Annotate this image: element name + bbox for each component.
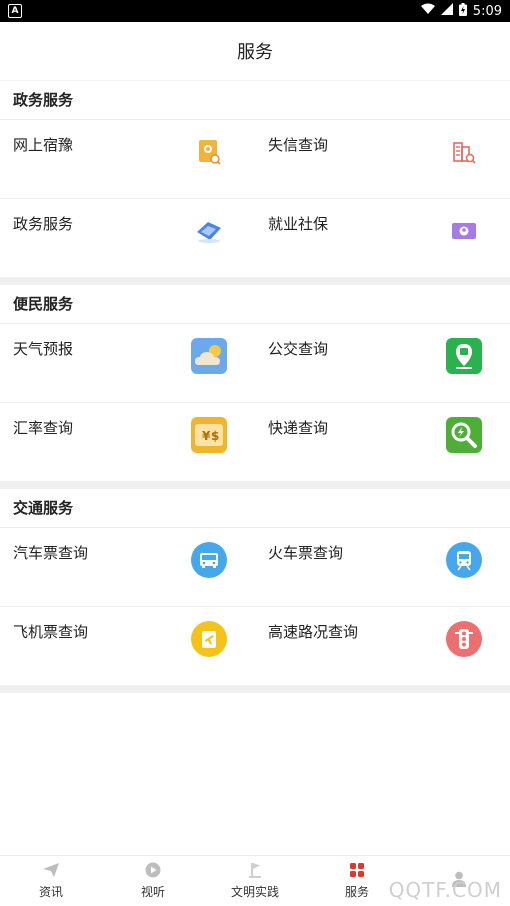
service-item-weather[interactable]: 天气预报	[0, 324, 255, 402]
tab-civilization-practice[interactable]: 文明实践	[204, 856, 306, 906]
clock: 5:09	[472, 3, 502, 19]
service-label: 政务服务	[13, 215, 74, 233]
service-item-bus-ticket[interactable]: 汽车票查询	[0, 528, 255, 606]
section-title: 便民服务	[0, 285, 510, 324]
service-label: 网上宿豫	[13, 136, 74, 154]
service-item-exchange-rate[interactable]: 汇率查询 ¥ $	[0, 403, 255, 481]
service-item-wangshang-suyu[interactable]: 网上宿豫	[0, 120, 255, 198]
service-label: 高速路况查询	[268, 623, 359, 641]
svg-text:¥: ¥	[202, 429, 211, 443]
service-label: 失信查询	[268, 136, 329, 154]
section-title: 政务服务	[0, 81, 510, 120]
service-item-bus-query[interactable]: 公交查询	[255, 324, 510, 402]
service-label: 天气预报	[13, 340, 74, 358]
service-card-icon	[191, 213, 227, 249]
tab-label: 文明实践	[230, 885, 279, 899]
service-item-highway-traffic[interactable]: 高速路况查询	[255, 607, 510, 685]
service-label: 飞机票查询	[13, 623, 89, 641]
tab-label: 视听	[140, 885, 165, 899]
document-gear-icon	[191, 134, 227, 170]
section-divider	[0, 685, 510, 693]
service-item-employment-insurance[interactable]: 就业社保	[255, 199, 510, 277]
tab-label: 服务	[344, 885, 369, 899]
service-item-gov-service[interactable]: 政务服务	[0, 199, 255, 277]
wifi-icon	[420, 3, 435, 19]
traffic-light-icon	[446, 621, 482, 657]
service-label: 汽车票查询	[13, 544, 89, 562]
plane-ticket-icon	[191, 621, 227, 657]
grid-icon	[349, 862, 365, 878]
bus-stop-icon	[446, 338, 482, 374]
bus-icon	[191, 542, 227, 578]
section-divider	[0, 277, 510, 285]
section-title: 交通服务	[0, 489, 510, 528]
svg-text:$: $	[211, 429, 219, 443]
section-transport-services: 交通服务 汽车票查询 火车票查询 飞机票查询 高速路况查询	[0, 489, 510, 685]
service-item-credit-query[interactable]: 失信查询	[255, 120, 510, 198]
battery-icon	[458, 2, 467, 20]
app-notification-icon: A	[8, 4, 22, 18]
page-title-text: 服务	[237, 42, 273, 63]
tab-label: 资讯	[38, 885, 63, 899]
status-bar: A 5:09	[0, 0, 510, 22]
paper-plane-icon	[43, 862, 59, 878]
service-label: 公交查询	[268, 340, 329, 358]
currency-icon: ¥ $	[191, 417, 227, 453]
service-item-express-query[interactable]: 快递查询	[255, 403, 510, 481]
service-label: 汇率查询	[13, 419, 74, 437]
train-icon	[446, 542, 482, 578]
page-title: 服务	[0, 22, 510, 81]
watermark-text: QQTF.COM	[388, 878, 502, 902]
service-item-train-ticket[interactable]: 火车票查询	[255, 528, 510, 606]
signal-icon	[440, 3, 453, 19]
service-label: 快递查询	[268, 419, 329, 437]
play-icon	[145, 862, 161, 878]
service-label: 就业社保	[268, 215, 329, 233]
building-search-icon	[446, 134, 482, 170]
service-item-plane-ticket[interactable]: 飞机票查询	[0, 607, 255, 685]
service-label: 火车票查询	[268, 544, 344, 562]
express-search-icon	[446, 417, 482, 453]
id-card-icon	[446, 213, 482, 249]
section-convenience-services: 便民服务 天气预报 公交查询 汇率查询 ¥ $ 快递查询	[0, 285, 510, 481]
tab-news[interactable]: 资讯	[0, 856, 102, 906]
section-divider	[0, 481, 510, 489]
tab-media[interactable]: 视听	[102, 856, 204, 906]
weather-cloud-icon	[191, 338, 227, 374]
section-gov-services: 政务服务 网上宿豫 失信查询 政务服务 就业社保	[0, 81, 510, 277]
flag-icon	[247, 862, 263, 878]
